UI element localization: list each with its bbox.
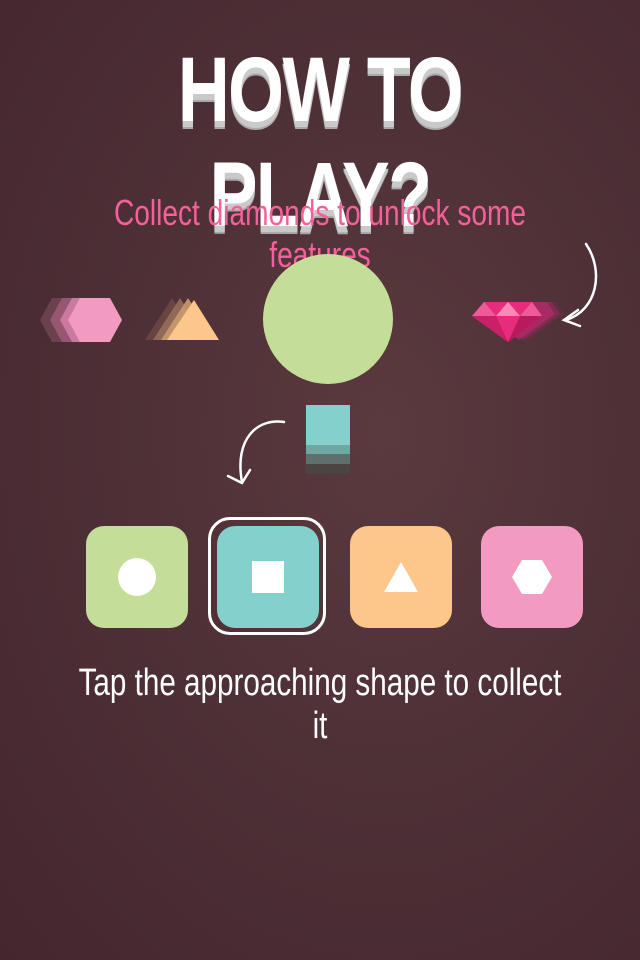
square-button[interactable] [217, 526, 319, 628]
triangle-icon [384, 562, 418, 592]
game-scene [40, 242, 598, 485]
arrow-to-buttons-icon [226, 420, 286, 485]
diamond-icon [472, 302, 564, 342]
flying-hexagon [40, 298, 122, 342]
tap-instruction-text: Tap the approaching shape to collect it [78, 662, 562, 747]
square-icon [252, 561, 284, 593]
circle-button[interactable] [86, 526, 188, 628]
arrow-to-diamond-icon [561, 242, 598, 328]
triangle-button[interactable] [350, 526, 452, 628]
approaching-square [306, 405, 350, 474]
circle-icon [118, 558, 156, 596]
hexagon-icon [512, 560, 552, 594]
green-circle-shape [263, 254, 393, 384]
flying-triangle [145, 298, 219, 340]
hexagon-button[interactable] [481, 526, 583, 628]
